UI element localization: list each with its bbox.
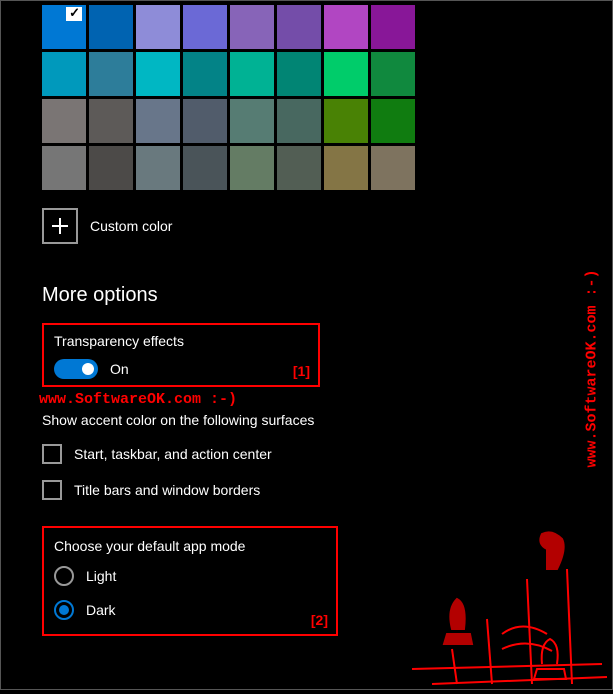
color-swatch[interactable] (136, 146, 180, 190)
transparency-toggle[interactable] (54, 359, 98, 379)
radio-dark[interactable]: Dark (54, 600, 326, 620)
color-swatch[interactable] (42, 52, 86, 96)
checkbox-label: Start, taskbar, and action center (74, 446, 272, 462)
color-swatch[interactable] (136, 52, 180, 96)
color-swatch[interactable] (277, 99, 321, 143)
color-swatch[interactable] (230, 99, 274, 143)
checkbox-start-taskbar[interactable]: Start, taskbar, and action center (42, 444, 612, 464)
radio-label: Light (86, 568, 116, 584)
radio-label: Dark (86, 602, 116, 618)
color-swatch[interactable] (136, 99, 180, 143)
more-options-heading: More options (42, 284, 612, 307)
color-swatch[interactable] (89, 99, 133, 143)
accent-surfaces-heading: Show accent color on the following surfa… (42, 412, 612, 428)
watermark-text-vertical: www.SoftwareOK.com :-) (584, 270, 601, 468)
checkbox-label: Title bars and window borders (74, 482, 260, 498)
transparency-label: Transparency effects (54, 333, 308, 349)
color-swatch[interactable] (371, 52, 415, 96)
checkbox-icon (42, 480, 62, 500)
plus-icon (52, 218, 68, 234)
color-swatch[interactable] (42, 99, 86, 143)
color-swatch[interactable] (324, 52, 368, 96)
color-swatch[interactable] (230, 52, 274, 96)
annotation-number-1: [1] (293, 363, 310, 379)
color-swatch[interactable] (277, 5, 321, 49)
color-swatch[interactable] (324, 146, 368, 190)
color-swatch[interactable] (230, 5, 274, 49)
color-swatch[interactable] (371, 146, 415, 190)
color-swatch[interactable] (183, 99, 227, 143)
color-swatch[interactable] (277, 146, 321, 190)
toggle-knob (82, 363, 94, 375)
color-swatch[interactable] (371, 99, 415, 143)
color-swatch[interactable] (183, 52, 227, 96)
color-palette-grid (42, 5, 612, 190)
color-swatch[interactable] (42, 146, 86, 190)
color-swatch[interactable] (183, 146, 227, 190)
color-swatch[interactable] (230, 146, 274, 190)
radio-light[interactable]: Light (54, 566, 326, 586)
color-swatch[interactable] (277, 52, 321, 96)
custom-color-row: Custom color (42, 208, 612, 244)
watermark-text-inline: www.SoftwareOK.com :-) (39, 391, 612, 408)
color-swatch[interactable] (136, 5, 180, 49)
color-swatch[interactable] (89, 5, 133, 49)
color-swatch[interactable] (324, 5, 368, 49)
color-swatch[interactable] (371, 5, 415, 49)
color-swatch[interactable] (183, 5, 227, 49)
radio-icon (54, 566, 74, 586)
radio-icon (54, 600, 74, 620)
color-swatch[interactable] (89, 146, 133, 190)
annotation-box-2: Choose your default app mode Light Dark … (42, 526, 338, 636)
transparency-state: On (110, 361, 129, 377)
checkbox-titlebars[interactable]: Title bars and window borders (42, 480, 612, 500)
custom-color-button[interactable] (42, 208, 78, 244)
annotation-number-2: [2] (311, 612, 328, 628)
color-swatch[interactable] (324, 99, 368, 143)
checkbox-icon (42, 444, 62, 464)
app-mode-heading: Choose your default app mode (54, 538, 326, 554)
color-swatch[interactable] (89, 52, 133, 96)
annotation-box-1: Transparency effects On [1] (42, 323, 320, 387)
color-swatch[interactable] (42, 5, 86, 49)
custom-color-label: Custom color (90, 218, 172, 234)
